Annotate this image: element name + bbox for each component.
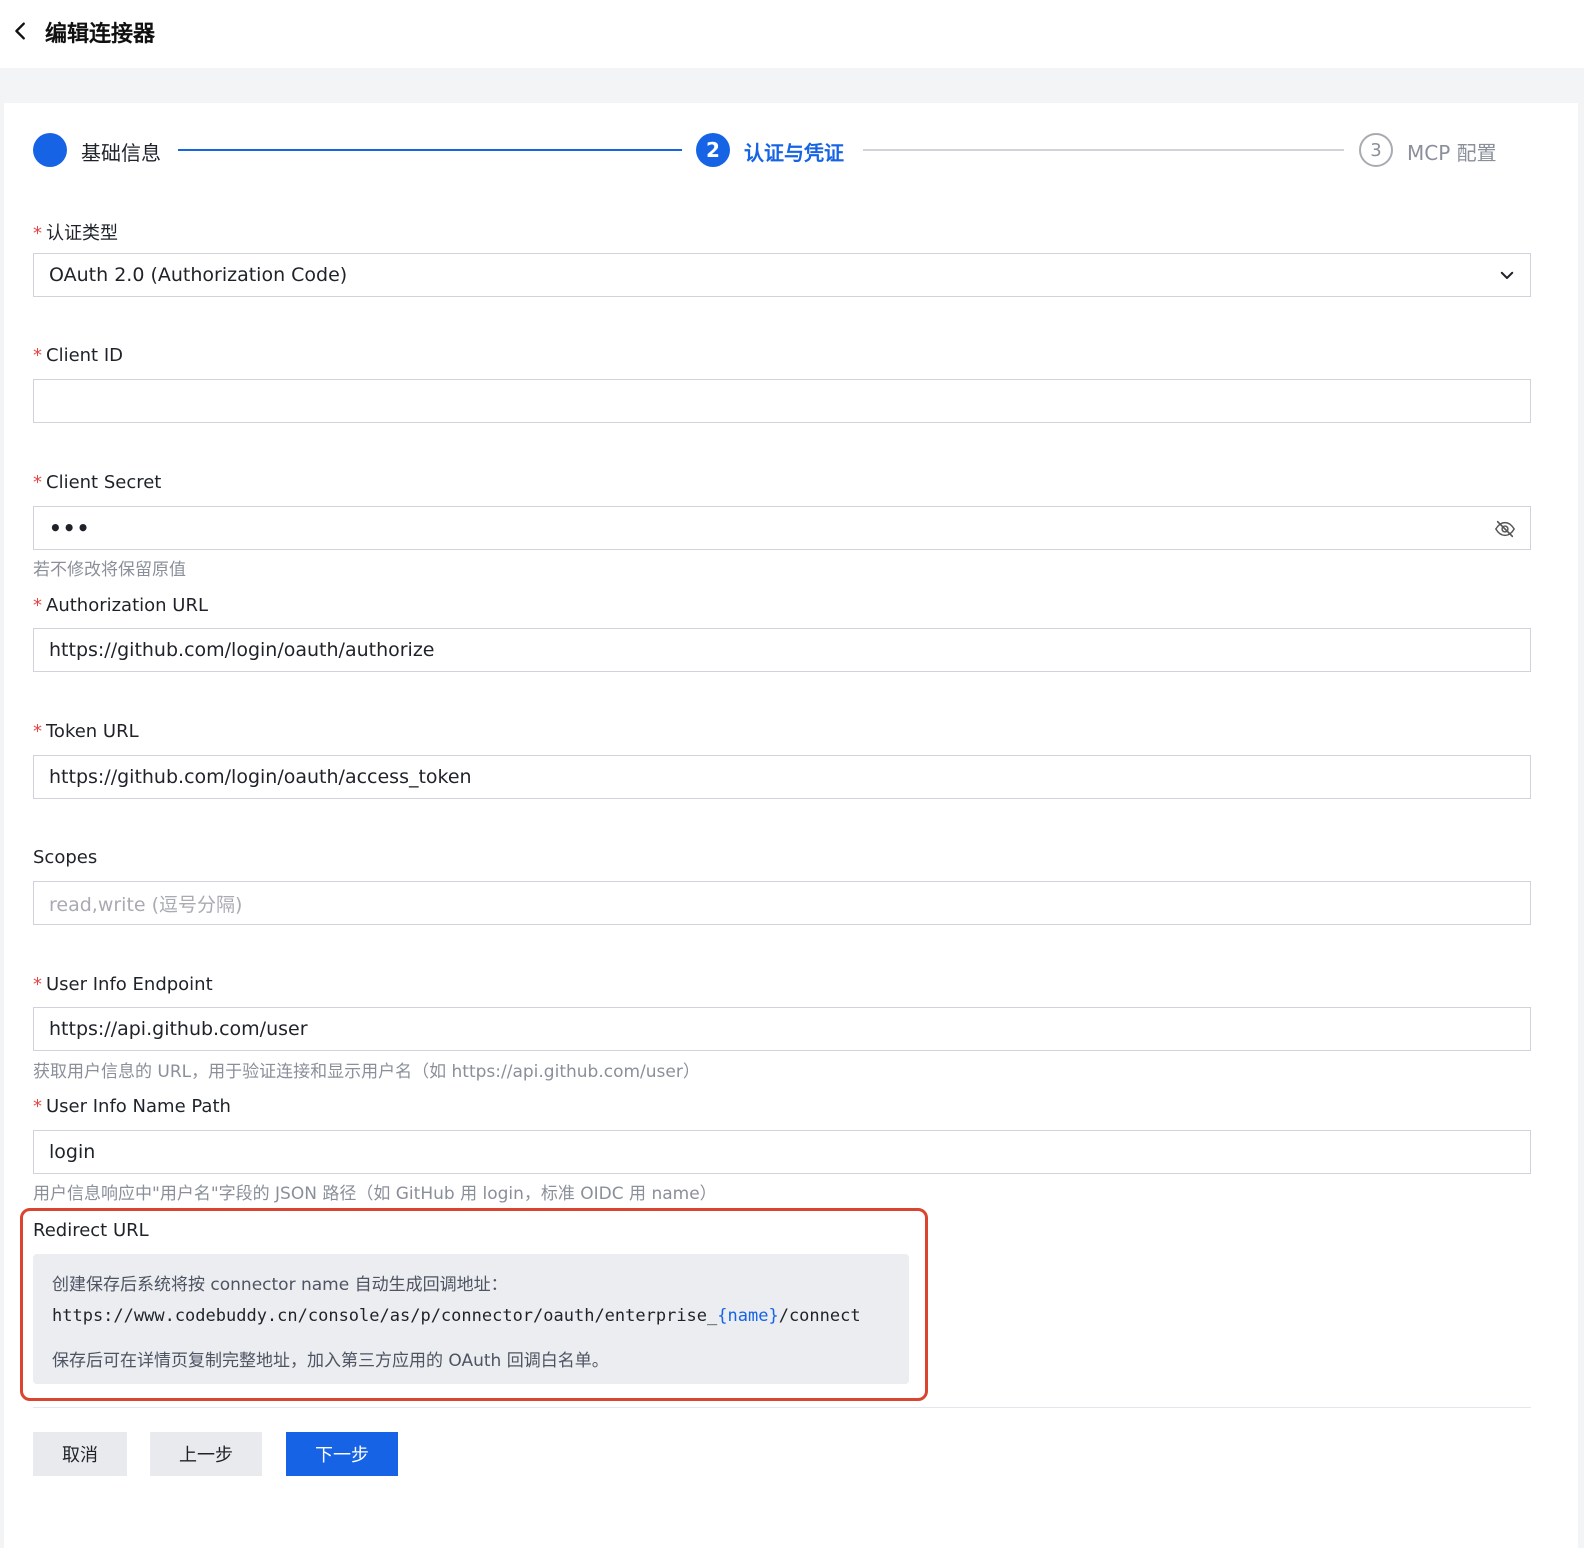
step-2-index: 2 xyxy=(706,138,720,162)
redirect-info-line1: 创建保存后系统将按 connector name 自动生成回调地址： xyxy=(52,1275,508,1295)
redirect-url-info-box: 创建保存后系统将按 connector name 自动生成回调地址： https… xyxy=(33,1254,909,1384)
authorization-url-value: https://github.com/login/oauth/authorize xyxy=(49,639,435,661)
auth-type-label-text: 认证类型 xyxy=(46,223,118,244)
user-info-name-path-label: * User Info Name Path xyxy=(33,1096,231,1117)
user-info-name-path-label-text: User Info Name Path xyxy=(46,1096,231,1117)
user-info-endpoint-label: * User Info Endpoint xyxy=(33,974,213,995)
user-info-name-path-value: login xyxy=(49,1141,96,1163)
authorization-url-label: * Authorization URL xyxy=(33,595,208,616)
required-mark: * xyxy=(33,721,42,742)
user-info-name-path-help: 用户信息响应中"用户名"字段的 JSON 路径（如 GitHub 用 login… xyxy=(33,1184,717,1204)
redirect-url-template: https://www.codebuddy.cn/console/as/p/co… xyxy=(52,1306,861,1326)
step-3-label: MCP 配置 xyxy=(1407,141,1497,165)
user-info-endpoint-value: https://api.github.com/user xyxy=(49,1018,308,1040)
client-secret-input[interactable]: ••• xyxy=(33,506,1531,550)
redirect-url-name-var: {name} xyxy=(717,1306,779,1326)
step-1-circle xyxy=(33,133,67,167)
token-url-label-text: Token URL xyxy=(46,721,139,742)
authorization-url-label-text: Authorization URL xyxy=(46,595,208,616)
client-id-input[interactable] xyxy=(33,379,1531,423)
next-step-button[interactable]: 下一步 xyxy=(286,1432,398,1476)
page-header: 编辑连接器 xyxy=(0,0,1584,68)
cancel-button[interactable]: 取消 xyxy=(33,1432,127,1476)
back-arrow-icon[interactable] xyxy=(10,20,32,42)
stepper: 基础信息 2 认证与凭证 3 MCP 配置 xyxy=(4,103,1578,203)
authorization-url-input[interactable]: https://github.com/login/oauth/authorize xyxy=(33,628,1531,672)
step-3-index: 3 xyxy=(1370,139,1382,161)
step-1-connector xyxy=(178,149,682,151)
required-mark: * xyxy=(33,472,42,493)
auth-type-value: OAuth 2.0 (Authorization Code) xyxy=(49,264,348,286)
token-url-input[interactable]: https://github.com/login/oauth/access_to… xyxy=(33,755,1531,799)
prev-step-button[interactable]: 上一步 xyxy=(150,1432,262,1476)
token-url-label: * Token URL xyxy=(33,721,139,742)
redirect-url-suffix: /connect xyxy=(778,1306,861,1326)
auth-type-label: * 认证类型 xyxy=(33,219,118,245)
user-info-endpoint-help: 获取用户信息的 URL，用于验证连接和显示用户名（如 https://api.g… xyxy=(33,1062,700,1082)
footer-divider xyxy=(33,1407,1531,1408)
form-card: 基础信息 2 认证与凭证 3 MCP 配置 * 认证类型 OAuth 2.0 (A… xyxy=(4,103,1578,1548)
required-mark: * xyxy=(33,345,42,366)
client-id-label: * Client ID xyxy=(33,345,123,366)
step-1-label: 基础信息 xyxy=(81,141,161,165)
user-info-name-path-input[interactable]: login xyxy=(33,1130,1531,1174)
client-secret-value: ••• xyxy=(49,516,91,540)
step-2-label: 认证与凭证 xyxy=(744,141,844,165)
client-secret-label-text: Client Secret xyxy=(46,472,162,493)
client-secret-label: * Client Secret xyxy=(33,472,161,493)
required-mark: * xyxy=(33,223,42,244)
redirect-url-label: Redirect URL xyxy=(33,1220,149,1241)
chevron-down-icon xyxy=(1500,271,1514,279)
user-info-endpoint-label-text: User Info Endpoint xyxy=(46,974,213,995)
scopes-placeholder: read,write (逗号分隔) xyxy=(49,893,243,916)
step-3-circle: 3 xyxy=(1359,133,1393,167)
client-secret-help: 若不修改将保留原值 xyxy=(33,560,186,580)
page-title: 编辑连接器 xyxy=(45,22,156,47)
scopes-label: Scopes xyxy=(33,847,98,868)
step-2-connector xyxy=(863,149,1344,151)
redirect-url-prefix: https://www.codebuddy.cn/console/as/p/co… xyxy=(52,1306,718,1326)
required-mark: * xyxy=(33,1096,42,1117)
eye-off-icon[interactable] xyxy=(1494,518,1516,540)
auth-type-select[interactable]: OAuth 2.0 (Authorization Code) xyxy=(33,253,1531,297)
step-2-circle: 2 xyxy=(696,133,730,167)
required-mark: * xyxy=(33,595,42,616)
required-mark: * xyxy=(33,974,42,995)
scopes-input[interactable]: read,write (逗号分隔) xyxy=(33,881,1531,925)
client-id-label-text: Client ID xyxy=(46,345,124,366)
token-url-value: https://github.com/login/oauth/access_to… xyxy=(49,766,472,788)
redirect-info-line3: 保存后可在详情页复制完整地址，加入第三方应用的 OAuth 回调白名单。 xyxy=(52,1351,609,1371)
user-info-endpoint-input[interactable]: https://api.github.com/user xyxy=(33,1007,1531,1051)
